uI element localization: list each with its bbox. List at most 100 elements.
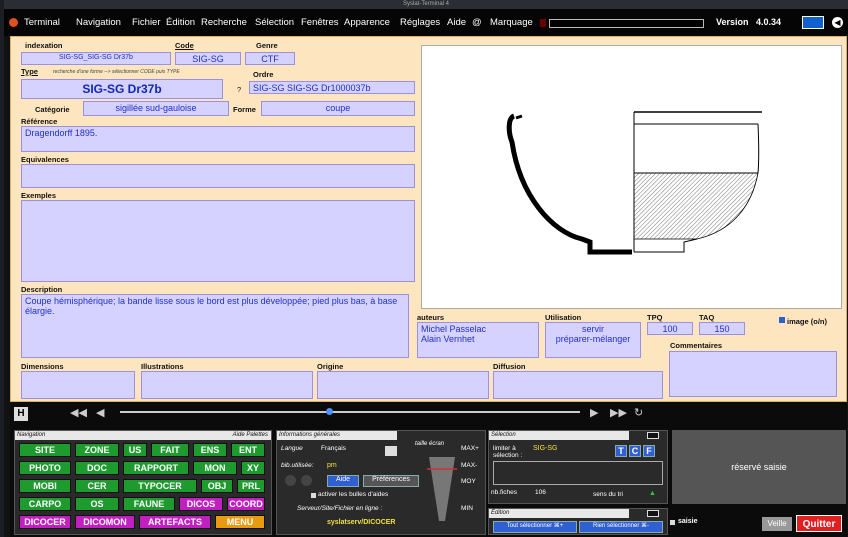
- auteurs-field[interactable]: Michel Passelac Alain Vernhet: [417, 322, 539, 358]
- forme-label: Forme: [233, 105, 256, 114]
- display-icon[interactable]: [802, 16, 824, 29]
- nav-zone[interactable]: ZONE: [75, 443, 119, 457]
- nav-mobi[interactable]: MOBI: [19, 479, 71, 493]
- nav-cer[interactable]: CER: [75, 479, 119, 493]
- code-field[interactable]: SIG-SG: [175, 52, 241, 65]
- aide-button[interactable]: Aide: [327, 475, 359, 487]
- refresh-icon[interactable]: ↻: [634, 406, 643, 419]
- menu-apparence[interactable]: Apparence: [344, 9, 390, 36]
- equivalences-field[interactable]: [21, 164, 415, 188]
- utilisation-field[interactable]: servir préparer-mélanger: [545, 322, 641, 358]
- taq-field[interactable]: 150: [699, 322, 745, 335]
- quit-button[interactable]: Quitter: [796, 515, 842, 532]
- saisie-checkbox[interactable]: [670, 520, 675, 525]
- nav-obj[interactable]: OBJ: [201, 479, 233, 493]
- nav-typocer[interactable]: TYPOCER: [123, 479, 197, 493]
- menu-reglages[interactable]: Réglages: [400, 9, 440, 36]
- nav-dicomon[interactable]: DICOMON: [75, 515, 135, 529]
- image-checkbox[interactable]: [779, 317, 785, 323]
- size-maxminus[interactable]: MAX-: [461, 462, 477, 469]
- app-icon: [9, 18, 18, 27]
- filter-c-button[interactable]: C: [629, 445, 641, 457]
- nav-prl[interactable]: PRL: [237, 479, 265, 493]
- nav-dicocer[interactable]: DICOCER: [19, 515, 71, 529]
- filter-f-button[interactable]: F: [643, 445, 655, 457]
- forme-field[interactable]: coupe: [261, 101, 415, 116]
- diffusion-field[interactable]: [493, 371, 663, 399]
- select-all-button[interactable]: Tout sélectionner ⌘+: [493, 521, 577, 533]
- nav-ent[interactable]: ENT: [231, 443, 265, 457]
- origine-field[interactable]: [317, 371, 489, 399]
- selection-menu-icon[interactable]: [647, 432, 659, 439]
- exemples-field[interactable]: [21, 200, 415, 282]
- sort-up-icon[interactable]: ▲: [649, 490, 656, 497]
- nav-us[interactable]: US: [123, 443, 147, 457]
- nav-doc[interactable]: DOC: [75, 461, 119, 475]
- nav-rapport[interactable]: RAPPORT: [123, 461, 189, 475]
- nav-carpo[interactable]: CARPO: [19, 497, 71, 511]
- menu-edition[interactable]: Édition: [166, 9, 195, 36]
- nav-faune[interactable]: FAUNE: [123, 497, 175, 511]
- nav-menu[interactable]: MENU: [215, 515, 265, 529]
- back-icon[interactable]: ◀: [832, 17, 843, 28]
- langue-select[interactable]: Français: [321, 445, 346, 452]
- type-help-icon[interactable]: ?: [237, 85, 241, 94]
- nav-fait[interactable]: FAIT: [151, 443, 189, 457]
- previous-record-icon[interactable]: ◀: [96, 406, 104, 419]
- nav-xy[interactable]: XY: [241, 461, 265, 475]
- veille-button[interactable]: Veille: [762, 517, 792, 531]
- description-field[interactable]: Coupe hémisphérique; la bande lisse sous…: [21, 294, 409, 358]
- drawing-panel: [421, 45, 842, 309]
- window-icon[interactable]: [385, 446, 397, 456]
- menu-aide[interactable]: Aide: [447, 9, 466, 36]
- nav-mon[interactable]: MON: [193, 461, 237, 475]
- edition-menu-icon[interactable]: [647, 510, 659, 517]
- nav-coord[interactable]: COORD: [227, 497, 265, 511]
- size-moy[interactable]: MOY: [461, 478, 476, 485]
- screen-size-slider[interactable]: [427, 451, 457, 531]
- select-none-button[interactable]: Rien sélectionner ⌘-: [579, 521, 663, 533]
- saisie-label: saisie: [678, 518, 698, 525]
- size-maxplus[interactable]: MAX+: [461, 445, 479, 452]
- nav-artefacts[interactable]: ARTEFACTS: [139, 515, 211, 529]
- bulles-checkbox[interactable]: [311, 493, 316, 498]
- menu-at[interactable]: @: [472, 9, 482, 36]
- vessel-profile-drawing: [506, 111, 762, 255]
- filter-t-button[interactable]: T: [615, 445, 627, 457]
- ordre-label: Ordre: [253, 70, 274, 79]
- illustrations-field[interactable]: [141, 371, 313, 399]
- last-record-icon[interactable]: ▶▶: [610, 406, 627, 419]
- bottom-toolbar: H ◀◀ ◀ ▶ ▶▶ ↻ Navigation Aide Palettes S…: [10, 402, 847, 537]
- nav-dicos[interactable]: DICOS: [179, 497, 223, 511]
- dimensions-field[interactable]: [21, 371, 135, 399]
- menu-selection[interactable]: Sélection: [255, 9, 294, 36]
- menu-terminal[interactable]: Terminal: [24, 9, 60, 36]
- home-icon[interactable]: H: [14, 407, 28, 421]
- commentaires-field[interactable]: [669, 351, 837, 397]
- tpq-field[interactable]: 100: [647, 322, 693, 335]
- menu-marquage[interactable]: Marquage: [490, 9, 533, 36]
- slider-thumb[interactable]: [326, 408, 333, 415]
- aide-palettes[interactable]: Aide Palettes: [233, 431, 268, 440]
- version-value: 4.0.34: [756, 17, 782, 27]
- reference-field[interactable]: Dragendorff 1895.: [21, 126, 415, 152]
- menu-navigation[interactable]: Navigation: [76, 9, 121, 36]
- menu-fenetres[interactable]: Fenêtres: [301, 9, 339, 36]
- preferences-button[interactable]: Préférences: [363, 475, 419, 487]
- nav-site[interactable]: SITE: [19, 443, 71, 457]
- size-min[interactable]: MIN: [461, 505, 473, 512]
- menu-recherche[interactable]: Recherche: [201, 9, 247, 36]
- ordre-field[interactable]: SIG-SG SIG-SG Dr1000037b: [249, 81, 415, 94]
- categorie-field[interactable]: sigillée sud-gauloise: [83, 101, 229, 116]
- nav-os[interactable]: OS: [75, 497, 119, 511]
- first-record-icon[interactable]: ◀◀: [70, 406, 87, 419]
- nav-photo[interactable]: PHOTO: [19, 461, 71, 475]
- record-slider[interactable]: [120, 411, 580, 413]
- genre-field[interactable]: CTF: [245, 52, 295, 65]
- selection-input[interactable]: [493, 461, 663, 485]
- nav-ens[interactable]: ENS: [193, 443, 227, 457]
- next-record-icon[interactable]: ▶: [590, 406, 598, 419]
- indexation-field[interactable]: SIG-SG_SIG-SG Dr37b: [21, 52, 171, 65]
- type-field[interactable]: SIG-SG Dr37b: [21, 79, 223, 99]
- menu-fichier[interactable]: Fichier: [132, 9, 161, 36]
